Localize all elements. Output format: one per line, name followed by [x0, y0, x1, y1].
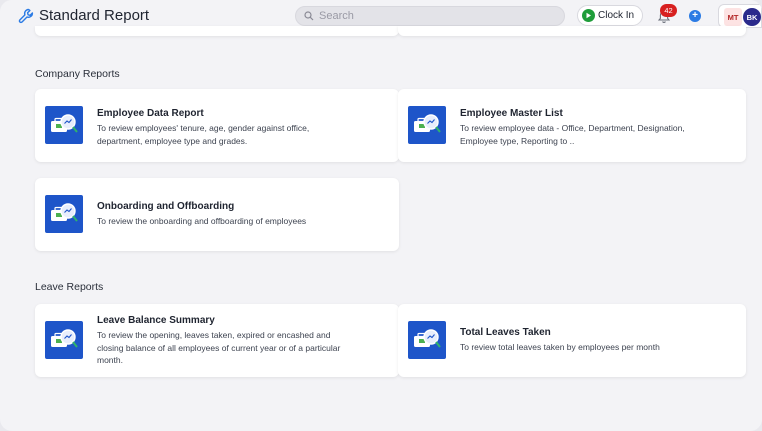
report-card-partial[interactable]	[35, 26, 399, 36]
clock-in-label: Clock In	[598, 10, 635, 21]
notification-badge: 42	[660, 4, 677, 17]
card-desc-line: department, employee type and grades.	[97, 135, 248, 146]
card-description: To review the onboarding and offboarding…	[97, 215, 306, 228]
card-description: To review total leaves taken by employee…	[460, 341, 660, 354]
card-desc-line: To review employees' tenure, age, gender…	[97, 123, 310, 133]
card-description: To review the opening, leaves taken, exp…	[97, 329, 340, 367]
report-icon	[45, 195, 83, 233]
user-avatars[interactable]: MT BK	[718, 4, 762, 28]
report-icon	[45, 321, 83, 359]
report-card-total-leaves[interactable]: Total Leaves Taken To review total leave…	[398, 304, 746, 377]
card-title: Employee Data Report	[97, 108, 204, 119]
search-placeholder: Search	[319, 10, 354, 22]
play-icon	[582, 9, 595, 22]
card-desc-line: To review total leaves taken by employee…	[460, 342, 660, 352]
card-title: Employee Master List	[460, 108, 563, 119]
wrench-icon	[18, 8, 34, 24]
card-desc-line: To review employee data - Office, Depart…	[460, 123, 685, 133]
search-input[interactable]: Search	[295, 6, 565, 26]
report-card-onboarding[interactable]: Onboarding and Offboarding To review the…	[35, 178, 399, 251]
card-desc-line: month.	[97, 355, 123, 365]
report-list: Company Reports Employee Data Report To …	[16, 26, 762, 431]
search-icon	[304, 11, 314, 21]
report-card-leave-balance[interactable]: Leave Balance Summary To review the open…	[35, 304, 399, 377]
card-description: To review employee data - Office, Depart…	[460, 122, 685, 147]
report-icon	[408, 321, 446, 359]
card-title: Onboarding and Offboarding	[97, 201, 235, 212]
report-card-employee-master[interactable]: Employee Master List To review employee …	[398, 89, 746, 162]
card-desc-line: closing balance of all employees of curr…	[97, 342, 341, 353]
card-desc-line: To review the onboarding and offboarding…	[97, 216, 307, 226]
section-title: Company Reports	[35, 68, 120, 80]
report-card-employee-data[interactable]: Employee Data Report To review employees…	[35, 89, 399, 162]
card-title: Total Leaves Taken	[460, 327, 551, 338]
avatar[interactable]: MT	[724, 8, 742, 26]
card-desc-line: Employee type, Reporting to ..	[460, 135, 575, 146]
avatar[interactable]: BK	[743, 8, 761, 26]
card-description: To review employees' tenure, age, gender…	[97, 122, 309, 147]
report-icon	[45, 106, 83, 144]
section-title: Leave Reports	[35, 281, 104, 293]
card-title: Leave Balance Summary	[97, 315, 215, 326]
app-window: Standard Report Search Clock In 42 + MT …	[0, 0, 762, 431]
clock-in-button[interactable]: Clock In	[577, 5, 643, 26]
report-icon	[408, 106, 446, 144]
card-desc-line: To review the opening, leaves taken, exp…	[97, 330, 331, 340]
plus-icon[interactable]: +	[689, 10, 701, 22]
page-title: Standard Report	[39, 7, 150, 24]
report-card-partial[interactable]	[398, 26, 746, 36]
